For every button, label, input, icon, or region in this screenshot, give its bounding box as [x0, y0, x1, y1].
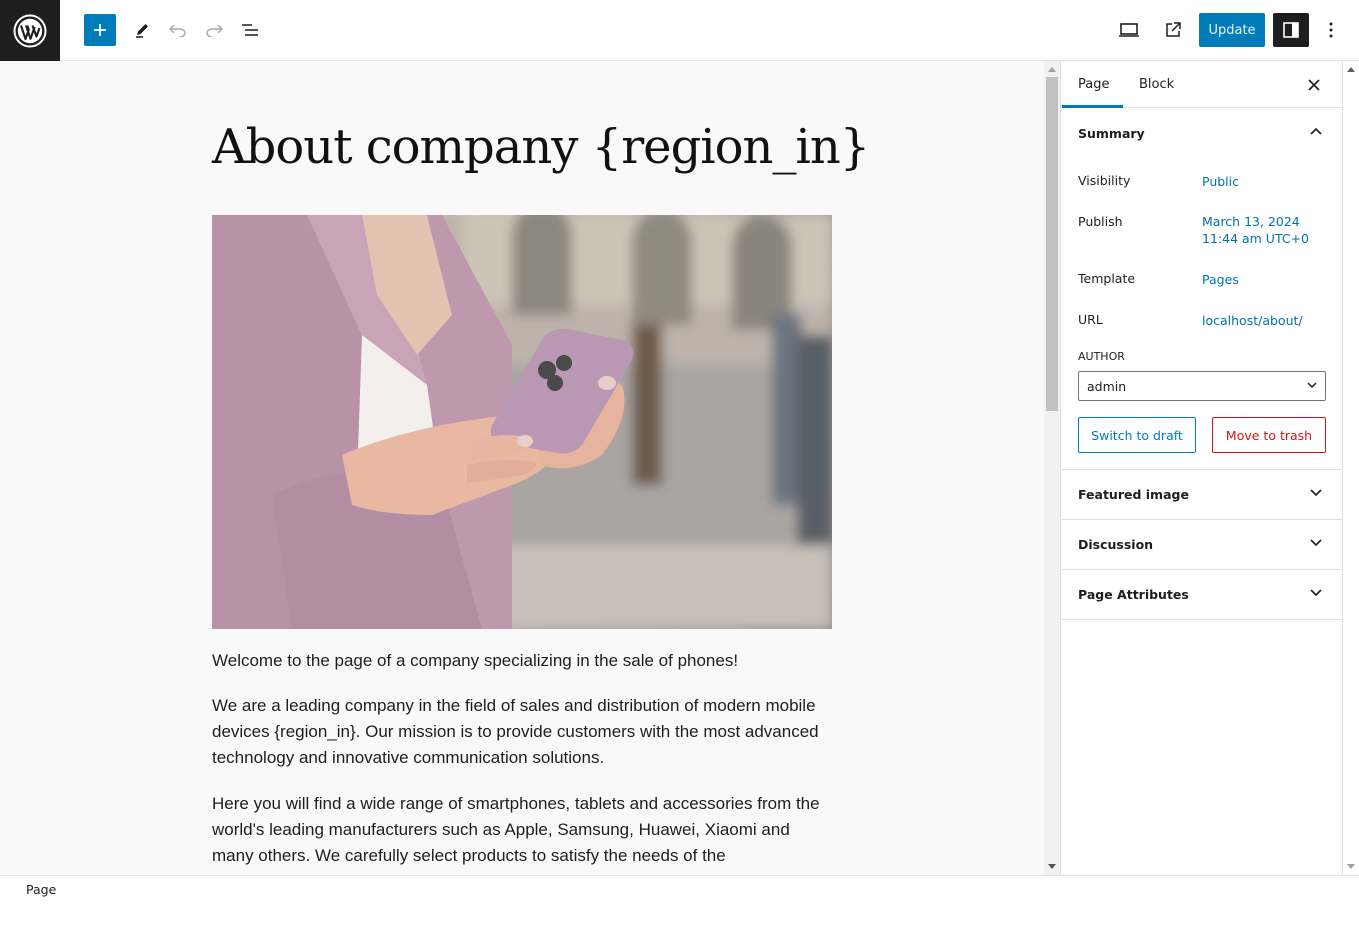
url-label: URL [1078, 312, 1103, 327]
scrollbar-thumb[interactable] [1046, 77, 1058, 411]
featured-image-heading: Featured image [1078, 487, 1189, 502]
options-button[interactable] [1315, 14, 1347, 46]
woman-holding-phone-image [212, 215, 832, 629]
template-label: Template [1078, 271, 1136, 286]
page-attributes-panel-toggle[interactable]: Page Attributes [1062, 570, 1342, 620]
sidebar-icon [1283, 22, 1299, 38]
page-title[interactable]: About company {region_in} [212, 119, 870, 175]
editor-scrollbar[interactable] [1044, 61, 1061, 875]
scroll-up-icon[interactable] [1347, 67, 1355, 72]
paragraph-3[interactable]: Here you will find a wide range of smart… [212, 791, 832, 869]
preview-button[interactable] [1113, 14, 1145, 46]
url-value[interactable]: localhost/about/ [1202, 312, 1303, 329]
document-overview-button[interactable] [234, 14, 266, 46]
discussion-heading: Discussion [1078, 537, 1154, 552]
move-to-trash-button[interactable]: Move to trash [1212, 417, 1326, 453]
tools-button[interactable] [126, 14, 158, 46]
summary-heading: Summary [1078, 125, 1145, 141]
paragraph-2[interactable]: We are a leading company in the field of… [212, 693, 832, 771]
author-value: admin [1087, 378, 1127, 394]
close-icon [1308, 79, 1320, 91]
chevron-down-icon [1307, 382, 1317, 389]
scroll-down-icon[interactable] [1048, 864, 1056, 869]
tab-block[interactable]: Block [1139, 61, 1174, 108]
chevron-down-icon [1310, 589, 1322, 597]
wordpress-logo-icon [13, 14, 47, 47]
chevron-up-icon [1310, 127, 1322, 135]
undo-button[interactable] [162, 14, 194, 46]
redo-icon [206, 24, 224, 37]
template-value[interactable]: Pages [1202, 271, 1239, 288]
publish-time: 11:44 am UTC+0 [1202, 231, 1310, 246]
tab-page[interactable]: Page [1062, 61, 1123, 108]
editor-header: Update [0, 0, 1359, 61]
discussion-panel-toggle[interactable]: Discussion [1062, 520, 1342, 570]
visibility-label: Visibility [1078, 173, 1131, 188]
publish-label: Publish [1078, 214, 1123, 229]
author-label: AUTHOR [1078, 350, 1125, 363]
editor-footer: Page [0, 875, 1359, 932]
external-link-icon [1166, 22, 1181, 37]
author-select[interactable]: admin [1078, 371, 1326, 401]
list-view-icon [242, 24, 258, 36]
featured-image-panel-toggle[interactable]: Featured image [1062, 470, 1342, 520]
chevron-down-icon [1310, 539, 1322, 547]
undo-icon [168, 24, 186, 37]
wordpress-logo-button[interactable] [0, 0, 60, 61]
visibility-value[interactable]: Public [1202, 173, 1239, 190]
paragraph-1[interactable]: Welcome to the page of a company special… [212, 648, 832, 674]
pencil-icon [136, 24, 148, 38]
chevron-down-icon [1310, 489, 1322, 497]
block-breadcrumb[interactable]: Page [26, 882, 56, 897]
update-button[interactable]: Update [1199, 13, 1265, 47]
desktop-icon [1119, 23, 1139, 37]
featured-photo[interactable] [212, 215, 832, 629]
publish-date: March 13, 2024 [1202, 214, 1300, 229]
scroll-down-icon[interactable] [1347, 864, 1355, 869]
switch-to-draft-button[interactable]: Switch to draft [1078, 417, 1196, 453]
add-block-button[interactable] [84, 14, 116, 46]
scroll-up-icon[interactable] [1048, 67, 1056, 72]
settings-toggle-button[interactable] [1273, 13, 1309, 47]
sidebar-tabs: Page Block [1062, 61, 1342, 108]
editor-canvas: About company {region_in} Welcome to the… [0, 61, 1044, 875]
summary-panel-toggle[interactable]: Summary [1062, 108, 1342, 158]
close-settings-button[interactable] [1302, 73, 1326, 97]
page-attributes-heading: Page Attributes [1078, 587, 1189, 602]
more-vertical-icon [1329, 22, 1333, 38]
settings-sidebar: Page Block Summary Visibility Public Pub… [1062, 61, 1342, 875]
publish-date-button[interactable]: March 13, 2024 11:44 am UTC+0 [1202, 213, 1309, 247]
sidebar-scrollbar[interactable] [1342, 61, 1359, 875]
redo-button[interactable] [198, 14, 230, 46]
view-page-button[interactable] [1157, 14, 1189, 46]
plus-icon [94, 24, 106, 36]
